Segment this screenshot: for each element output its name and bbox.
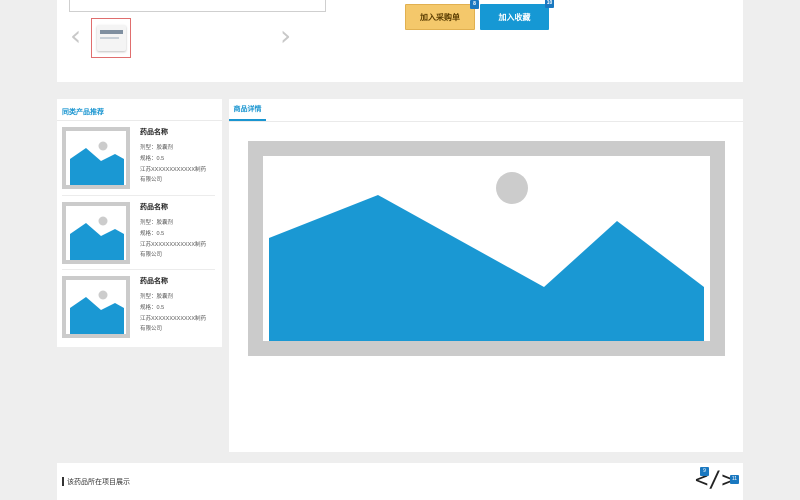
- detail-image-placeholder: [248, 141, 725, 356]
- add-to-favorites-button[interactable]: 加入收藏 10: [480, 0, 554, 30]
- product-form: 剂型：胶囊剂: [140, 145, 174, 151]
- product-manufacturer: 江苏XXXXXXXXXXXX制药: [140, 242, 207, 248]
- product-card[interactable]: 药品名称 剂型：胶囊剂 规格：0.5 江苏XXXXXXXXXXXX制药 有限公司: [62, 272, 220, 338]
- similar-products-title: 同类产品推荐: [62, 109, 104, 116]
- product-name: 药品名称: [140, 204, 168, 211]
- add-to-purchase-list-label: 加入采购单: [420, 12, 460, 22]
- prev-thumbnail-arrow-icon[interactable]: ‹: [70, 22, 81, 50]
- divider: [62, 269, 215, 270]
- image-placeholder-icon: [70, 141, 124, 185]
- product-name: 药品名称: [140, 278, 168, 285]
- divider: [57, 120, 222, 121]
- product-thumbnail[interactable]: [91, 18, 131, 58]
- code-badge-left: 9: [700, 467, 709, 476]
- product-spec: 规格：0.5: [140, 156, 165, 162]
- product-card[interactable]: 药品名称 剂型：胶囊剂 规格：0.5 江苏XXXXXXXXXXXX制药 有限公司: [62, 198, 220, 264]
- product-manufacturer: 江苏XXXXXXXXXXXX制药: [140, 167, 207, 173]
- main-product-image: [69, 0, 326, 12]
- product-spec: 规格：0.5: [140, 305, 165, 311]
- section-marker: [62, 477, 64, 486]
- product-manufacturer-suffix: 有限公司: [140, 252, 163, 258]
- product-form: 剂型：胶囊剂: [140, 294, 174, 300]
- product-card[interactable]: 药品名称 剂型：胶囊剂 规格：0.5 江苏XXXXXXXXXXXX制药 有限公司: [62, 123, 220, 189]
- divider: [62, 195, 215, 196]
- similar-products-panel: 同类产品推荐 药品名称 剂型：胶囊剂 规格：0.5 江苏XXXXXXXXXXXX…: [57, 99, 222, 347]
- purchase-list-badge: 8: [470, 0, 479, 9]
- next-thumbnail-arrow-icon[interactable]: ›: [280, 22, 291, 50]
- product-image-placeholder[interactable]: [62, 202, 130, 264]
- code-badge-right: 11: [730, 475, 739, 484]
- product-detail-panel: 商品详情: [229, 99, 743, 452]
- divider: [229, 121, 743, 122]
- box-label-stripe: [100, 30, 123, 34]
- project-showcase-card: 该药品所在项目展示 </> 9 11: [57, 463, 743, 500]
- product-manufacturer-suffix: 有限公司: [140, 177, 163, 183]
- project-showcase-title: 该药品所在项目展示: [67, 479, 130, 486]
- product-manufacturer-suffix: 有限公司: [140, 326, 163, 332]
- product-form: 剂型：胶囊剂: [140, 220, 174, 226]
- product-manufacturer: 江苏XXXXXXXXXXXX制药: [140, 316, 207, 322]
- product-summary-card: ‹ › 加入采购单 8 加入收藏 10: [57, 0, 743, 82]
- product-name: 药品名称: [140, 129, 168, 136]
- image-placeholder-icon: [269, 172, 704, 341]
- code-embed-icon[interactable]: </> 9 11: [695, 467, 740, 497]
- image-placeholder-icon: [70, 216, 124, 260]
- product-image-placeholder[interactable]: [62, 127, 130, 189]
- tab-product-details[interactable]: 商品详情: [229, 99, 266, 121]
- image-placeholder-icon: [70, 290, 124, 334]
- product-spec: 规格：0.5: [140, 231, 165, 237]
- favorites-badge: 10: [545, 0, 554, 8]
- medicine-box-image: [97, 25, 126, 51]
- add-to-favorites-label: 加入收藏: [498, 12, 531, 22]
- product-image-placeholder[interactable]: [62, 276, 130, 338]
- box-label-line: [100, 37, 119, 39]
- add-to-purchase-list-button[interactable]: 加入采购单 8: [405, 0, 479, 30]
